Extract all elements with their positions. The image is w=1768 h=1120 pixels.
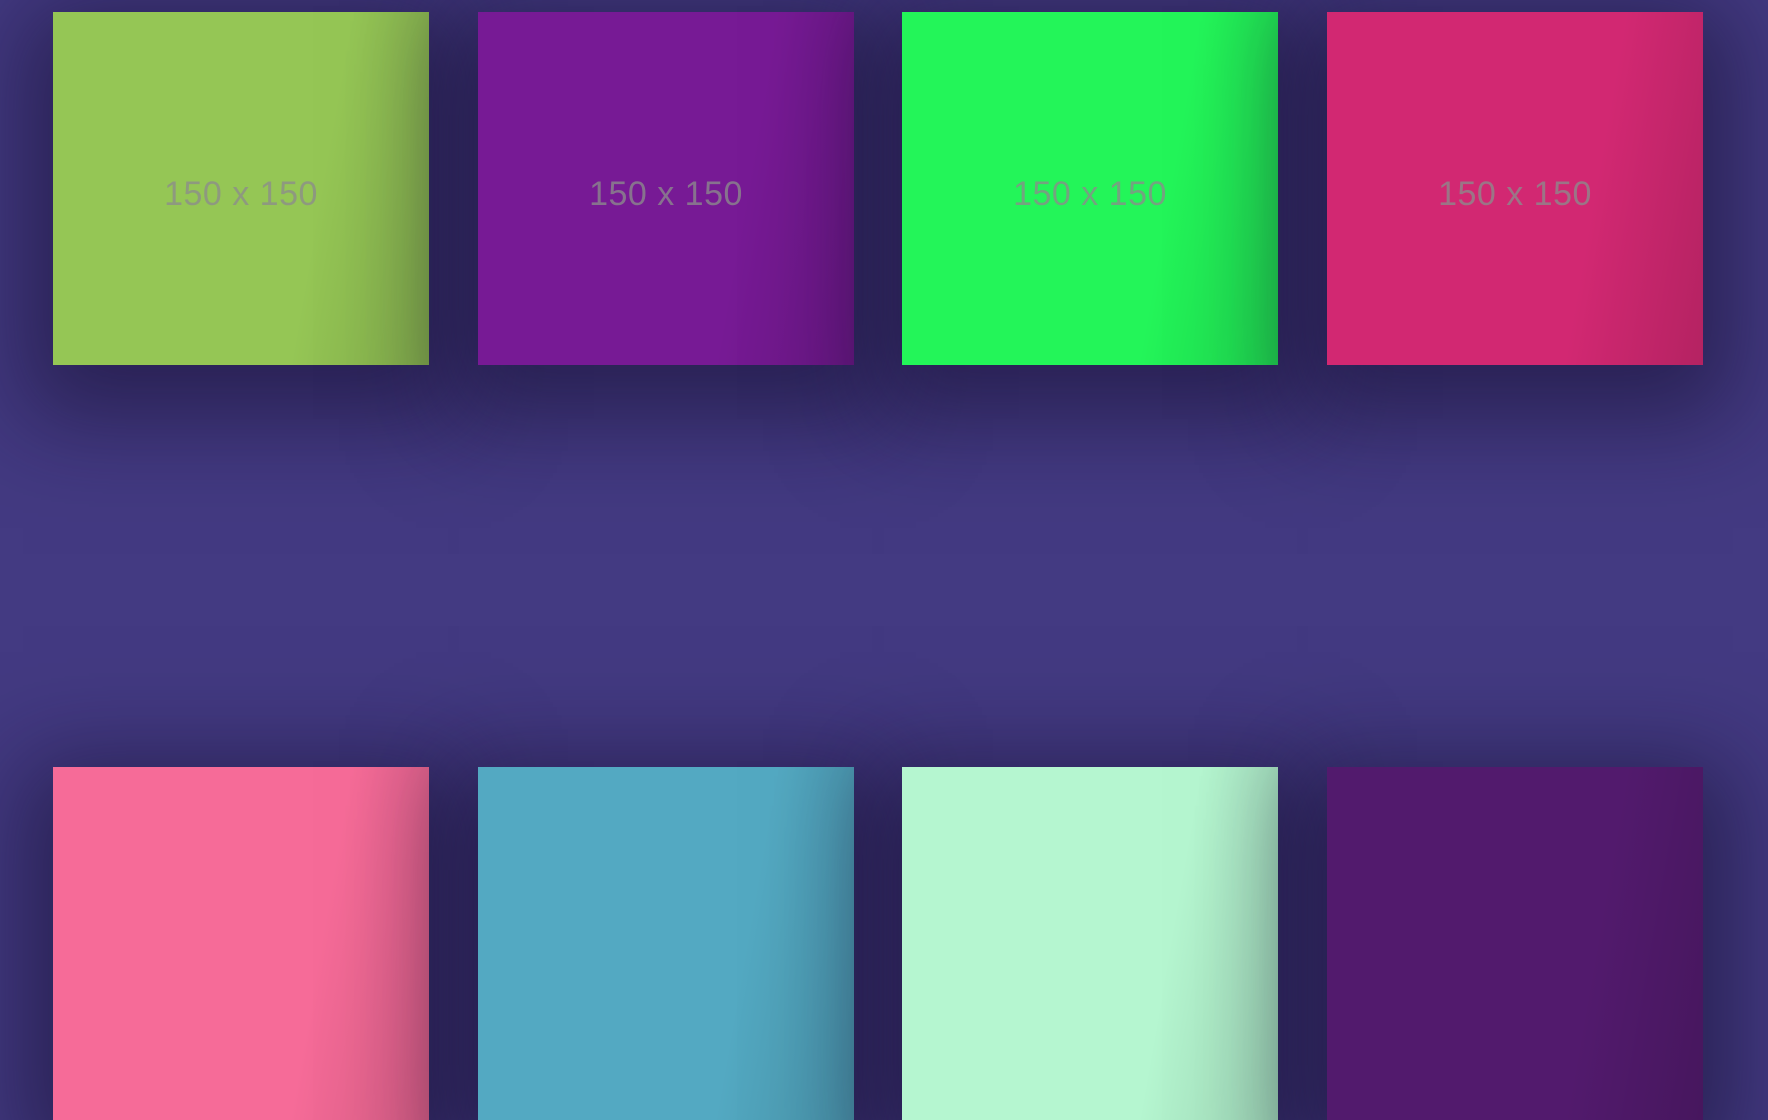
placeholder-image-tile[interactable] [1327,767,1703,1120]
placeholder-image-tile[interactable]: 150 x 150 [902,12,1278,365]
placeholder-image-tile[interactable] [902,767,1278,1120]
image-size-label: 150 x 150 [589,175,743,213]
placeholder-image-tile[interactable]: 150 x 150 [53,12,429,365]
image-size-label: 150 x 150 [1438,175,1592,213]
image-size-label: 150 x 150 [164,175,318,213]
image-size-label: 150 x 150 [1013,175,1167,213]
placeholder-image-tile[interactable]: 150 x 150 [478,12,854,365]
placeholder-image-tile[interactable] [53,767,429,1120]
placeholder-image-tile[interactable] [478,767,854,1120]
image-grid: 150 x 150 150 x 150 150 x 150 150 x 150 [0,0,1768,1120]
placeholder-image-tile[interactable]: 150 x 150 [1327,12,1703,365]
